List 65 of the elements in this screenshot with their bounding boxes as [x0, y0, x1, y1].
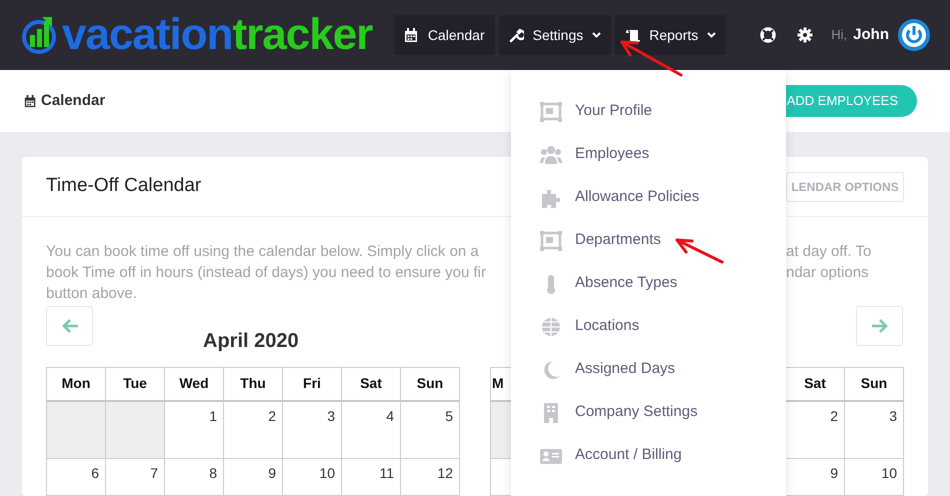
day-cell[interactable]: 12 [400, 458, 460, 496]
settings-icon[interactable] [797, 27, 814, 43]
menu-item[interactable]: Allowance Policies [575, 186, 700, 209]
nav-link-button[interactable]: Calendar [394, 15, 495, 55]
menu-item[interactable]: Absence Types [575, 272, 678, 295]
day-cell[interactable]: 3 [282, 400, 342, 458]
avatar-icon[interactable] [898, 19, 930, 51]
menu-item[interactable]: Your Profile [575, 100, 652, 123]
previous-month-button[interactable] [46, 306, 93, 346]
menu-item[interactable]: Employees [575, 143, 650, 166]
card-title: Time-Off Calendar [46, 174, 202, 198]
day-cell[interactable] [106, 400, 164, 458]
nav-menu-button[interactable]: Settings [498, 15, 612, 55]
scroll-icon [625, 28, 640, 42]
day-cell[interactable]: 7 [106, 458, 164, 496]
day-cell[interactable]: 3 [844, 400, 904, 458]
day-cell[interactable]: 5 [400, 400, 460, 458]
caret-icon [592, 32, 602, 38]
menu-item[interactable]: Departments [575, 229, 661, 252]
left-arrow-icon [60, 318, 78, 334]
menu-item[interactable]: Assigned Days [575, 358, 676, 381]
frame-icon [540, 230, 562, 250]
menu-item[interactable]: Account / Billing [575, 444, 682, 467]
calendar-icon [24, 94, 37, 108]
nav-menu-button[interactable]: Reports [615, 15, 726, 55]
puzzle-icon [540, 188, 562, 208]
annotation-arrow [676, 238, 724, 264]
intro-text: book Time off in hours (instead of days) you need to ensure you fir [46, 263, 487, 283]
weekday-header: Thu [224, 368, 282, 400]
user-name[interactable]: John [853, 24, 889, 46]
weekday-header: Sun [400, 368, 460, 400]
weekday-header: Fri [282, 368, 342, 400]
intro-text: button above. [46, 284, 138, 304]
help-icon[interactable] [760, 27, 776, 43]
menu-item[interactable]: Locations [575, 315, 640, 338]
right-arrow-icon [870, 318, 888, 334]
day-cell[interactable]: 4 [342, 400, 400, 458]
intro-text: at day off. To [786, 242, 872, 262]
day-cell[interactable]: 8 [164, 458, 224, 496]
users-icon [540, 144, 562, 164]
page-title: Calendar [41, 90, 106, 111]
weekday-header: Sat [342, 368, 400, 400]
day-cell[interactable]: 9 [224, 458, 282, 496]
logo-icon [20, 15, 58, 55]
calendar-icon [404, 28, 419, 42]
wrench-icon [508, 28, 524, 42]
day-cell[interactable]: 10 [282, 458, 342, 496]
frame-icon [540, 102, 562, 122]
day-cell[interactable]: 11 [342, 458, 400, 496]
weekday-header: Wed [164, 368, 224, 400]
day-cell[interactable]: 1 [164, 400, 224, 458]
caret-icon [707, 32, 716, 38]
day-cell[interactable]: 2 [224, 400, 282, 458]
logo[interactable]: vacationtracker [62, 13, 372, 57]
weekday-header: Sun [844, 368, 904, 400]
menu-item[interactable]: Company Settings [575, 401, 698, 424]
month-title: April 2020 [203, 328, 299, 354]
globe-icon [540, 316, 562, 336]
greeting: Hi, [831, 26, 848, 44]
next-month-button[interactable] [856, 306, 903, 346]
day-cell[interactable]: 10 [844, 458, 904, 496]
intro-text: ndar options [786, 263, 870, 283]
intro-text: You can book time off using the calendar below. Simply click on a [46, 242, 480, 262]
day-cell[interactable]: 6 [46, 458, 106, 496]
day-cell[interactable] [46, 400, 106, 458]
